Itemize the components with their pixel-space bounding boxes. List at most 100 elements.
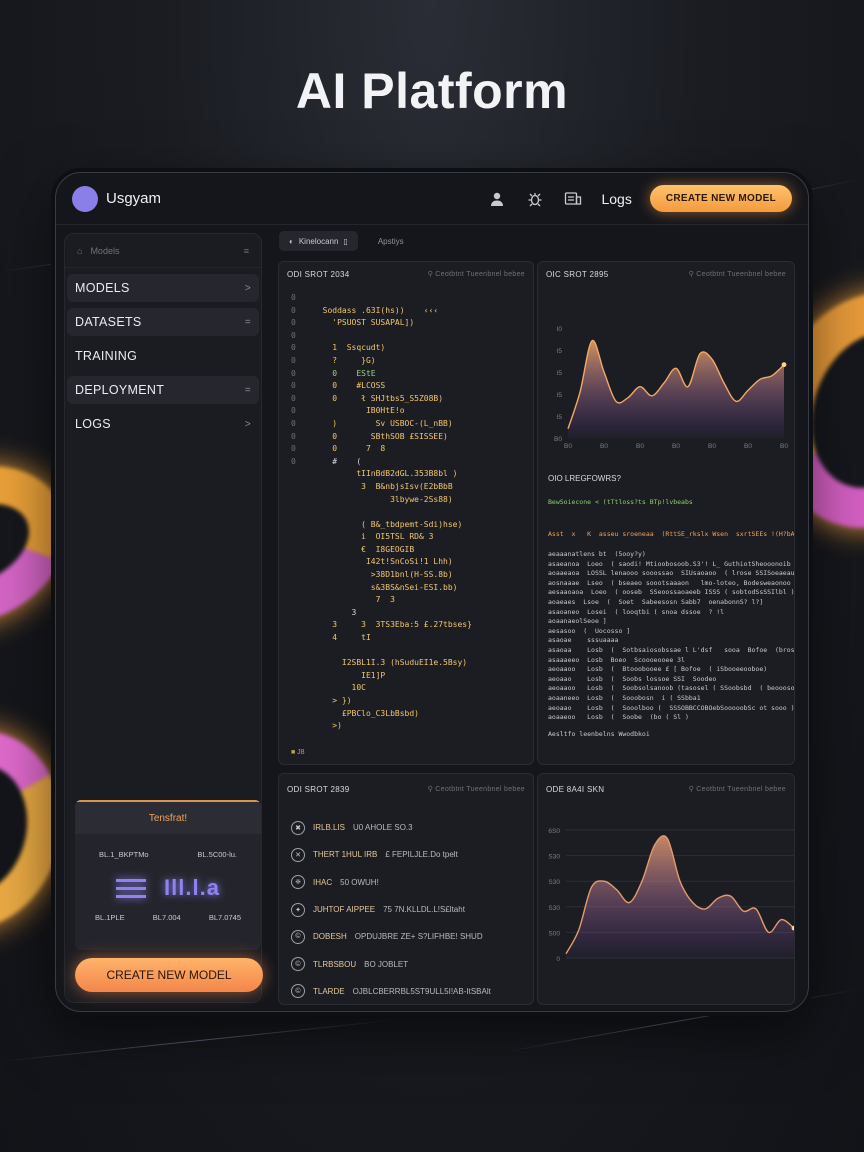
toggle-icon: ◐: [289, 236, 294, 246]
code-line: [291, 506, 523, 519]
line-number: 0: [291, 305, 296, 315]
code-line: 10C: [291, 682, 523, 695]
y-tick-label: S30: [548, 905, 560, 912]
line-number: [291, 607, 313, 620]
sidebar-item-label: DEPLOYMENT: [75, 383, 165, 397]
x-tick-label: B0: [708, 443, 716, 450]
sidebar-item-logs[interactable]: LOGS >: [67, 410, 259, 438]
code-text: 4 tI: [313, 633, 371, 643]
list-item[interactable]: ✖ IRLB.LIS U0 AHOLE SO.3: [279, 814, 533, 841]
list-item[interactable]: ❈ IHAC 50 OWUH!: [279, 869, 533, 896]
promo-card: Tensfrat! BL.1_BKPTMo BL.5C00-lu. Ill.l.…: [75, 800, 261, 950]
code-line: 0 0 SBthSOB £SISSEE): [291, 431, 523, 444]
x-tick-label: B0: [564, 443, 572, 450]
list-item[interactable]: © TLARDE OJBLCBERRBL5ST9ULL5I!AB-ItSBAlt: [279, 978, 533, 1004]
line-number: [291, 468, 313, 481]
code-editor[interactable]: 0 0 Soddass .63I(hs)) ‹‹‹ 0 'PSUOST SUSAP…: [291, 292, 523, 733]
line-number: [291, 582, 313, 595]
log-line: aoaanaeolSeoe ]: [548, 617, 607, 626]
line-number: [291, 720, 313, 733]
menu-icon[interactable]: ≡: [244, 246, 249, 256]
code-text: 3lbywe-2Ss88): [313, 494, 453, 504]
line-number: [291, 544, 313, 557]
sidebar-item-datasets[interactable]: DATASETS =: [67, 308, 259, 336]
item-detail: 75 7N.KLLDL.L!S£ltaht: [383, 905, 465, 915]
list-item[interactable]: © DOBESH OPDUJBRE ZE+ S?LIFHBE! SHUD: [279, 923, 533, 950]
tab-kinelocann[interactable]: ◐ Kinelocann ▯: [279, 231, 358, 251]
panel-title: OIC SROT 2895: [546, 269, 609, 279]
code-line: 3 3 3TS3Eba:5 £.27tbses}: [291, 619, 523, 632]
code-text: 7 3: [313, 595, 395, 605]
code-text: > }): [313, 696, 352, 705]
line-number: 0: [291, 293, 296, 302]
code-text: 3 3 3TS3Eba:5 £.27tbses}: [313, 620, 472, 630]
code-text: £PBClo_C3LbBsbd): [313, 708, 419, 718]
code-text: IB0HtE!o: [313, 406, 405, 416]
code-line: 0 IB0HtE!o: [291, 405, 523, 418]
line-number: [291, 670, 313, 683]
user-icon[interactable]: [487, 189, 507, 209]
code-line: 0 0 7 8: [291, 443, 523, 456]
code-text: ) Sv USBOC-(L_nBB): [313, 418, 453, 428]
line-number: [291, 556, 313, 569]
log-line: asaeanoa Loeo ( saodi! Mtioobosoob.S3'! …: [548, 559, 795, 568]
log-line: aoaaneeo Losb ( Sooobosn i ( SSbba1: [548, 694, 701, 702]
y-tick-label: B0: [554, 436, 562, 443]
sidebar-item-deployment[interactable]: DEPLOYMENT =: [67, 376, 259, 404]
line-number: [291, 594, 313, 607]
code-line: 0 'PSUOST SUSAPAL]): [291, 317, 523, 330]
list-item[interactable]: ✕ THERT 1HUL IRB £ FEPILJLE.Do tpelt: [279, 841, 533, 868]
create-new-model-button[interactable]: CREATE NEW MODEL: [75, 958, 263, 992]
line-number: [291, 645, 313, 658]
create-model-button[interactable]: CREATE NEW MODEL: [649, 185, 792, 212]
line-number: [291, 569, 313, 582]
area-fill: [566, 835, 794, 958]
promo-stat: BL.5C00-lu.: [197, 850, 237, 859]
list-item[interactable]: ✦ JUHTOF AIPPEE 75 7N.KLLDL.L!S£ltaht: [279, 896, 533, 923]
item-icon: ©: [291, 984, 305, 999]
code-text: € I8GEOGIB: [313, 544, 415, 554]
code-text: 0 #LCOSS: [313, 381, 386, 391]
sidebar-item-models[interactable]: MODELS >: [67, 274, 259, 302]
line-number: 0: [291, 355, 296, 365]
tab-bar: ◐ Kinelocann ▯ Apstiys: [279, 231, 414, 251]
log-line: aeaaanatlens bt (5ooy?y): [548, 550, 646, 558]
code-footer: ■ J8: [291, 749, 305, 756]
bug-icon[interactable]: [525, 189, 545, 209]
home-icon[interactable]: ⌂: [77, 246, 82, 256]
avatar[interactable]: [72, 185, 98, 212]
code-text: 3 B&nbjsIsv(E2bBbB: [313, 481, 453, 491]
code-line: 0: [291, 330, 523, 343]
code-line: i OI5TSL RD& 3: [291, 531, 523, 544]
tab-apstiys[interactable]: Apstiys: [368, 231, 414, 251]
promo-stat: BL.1_BKPTMo: [99, 850, 149, 859]
log-line: aeoaaoo Losb ( Soobsolsanoob (tasosel ( …: [548, 684, 795, 693]
inbox-icon[interactable]: [563, 189, 583, 209]
list-item[interactable]: © TLRBSBOU BO JOBLET: [279, 950, 533, 977]
panel-title: ODI SROT 2034: [287, 269, 350, 279]
item-detail: BO JOBLET: [364, 959, 409, 969]
logs-link[interactable]: Logs: [601, 191, 631, 207]
code-text: 0 7 8: [313, 444, 386, 454]
panel-meta: ⚲ Ceotbtnt Tueenbnel bebee: [427, 271, 525, 278]
code-line: 3 B&nbjsIsv(E2bBbB: [291, 481, 523, 494]
code-text: 1 Ssqcudt): [313, 343, 386, 353]
code-line: 0 ? }G): [291, 355, 523, 368]
code-line: >): [291, 720, 523, 733]
line-number: 0: [291, 444, 296, 454]
sidebar-item-training[interactable]: TRAINING: [67, 342, 259, 370]
item-title: IRLB.LIS: [313, 823, 346, 833]
item-detail: 50 OWUH!: [340, 877, 379, 887]
code-line: 0 # (: [291, 456, 523, 469]
y-tick-label: S30: [548, 879, 560, 886]
code-line: £PBClo_C3LbBsbd): [291, 708, 523, 721]
code-line: I2SBL1I.3 (hSuduEI1e.5Bsy): [291, 657, 523, 670]
tab-label: Kinelocann: [298, 236, 339, 246]
log-line: Asst x K asseu sroeneaa (RttSE_rkslx Wse…: [548, 530, 795, 538]
y-tick-label: S00: [548, 930, 560, 937]
y-tick-label: I5: [557, 370, 563, 377]
top-bar: Usgyam Logs CREATE NEW MODEL: [56, 173, 808, 225]
code-text: I2SBL1I.3 (hSuduEI1e.5Bsy): [313, 658, 468, 668]
